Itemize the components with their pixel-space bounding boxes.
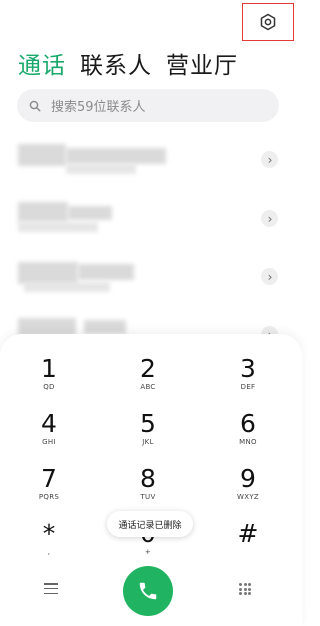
blurred-avatar (18, 202, 68, 222)
key-digit: 7 (41, 464, 57, 493)
chevron-right-icon[interactable]: › (261, 210, 278, 227)
gear-icon (260, 13, 276, 31)
settings-button[interactable] (242, 3, 294, 41)
blurred-name (68, 206, 112, 220)
key-4[interactable]: 4 GHI (14, 410, 84, 447)
key-letters: , (47, 548, 51, 556)
key-letters: ABC (140, 383, 156, 391)
key-7[interactable]: 7 PQRS (14, 465, 84, 502)
toast-message: 通话记录已删除 (107, 511, 193, 537)
search-icon (29, 100, 41, 112)
key-star[interactable]: * , (14, 520, 84, 557)
search-input[interactable]: 搜索59位联系人 (17, 89, 279, 122)
key-letters: QD (43, 383, 55, 391)
key-6[interactable]: 6 MNO (213, 410, 283, 447)
blurred-name (84, 320, 126, 334)
key-letters: GHI (42, 438, 56, 446)
key-digit: 9 (240, 464, 256, 493)
chevron-right-icon[interactable]: › (261, 151, 278, 168)
blurred-detail (24, 282, 110, 292)
key-digit: 1 (41, 354, 57, 383)
key-digit: 4 (41, 409, 57, 438)
key-8[interactable]: 8 TUV (113, 465, 183, 502)
blurred-name (66, 148, 166, 164)
key-digit: 3 (240, 354, 256, 383)
blurred-detail (66, 164, 136, 174)
key-digit: # (237, 519, 259, 548)
key-digit: 8 (140, 464, 156, 493)
chevron-right-icon[interactable]: › (261, 268, 278, 285)
blurred-avatar (18, 144, 66, 166)
key-digit: * (42, 519, 56, 548)
key-5[interactable]: 5 JKL (113, 410, 183, 447)
key-3[interactable]: 3 DEF (213, 355, 283, 392)
key-letters: PQRS (38, 493, 60, 501)
dialpad-icon[interactable] (239, 583, 251, 595)
key-hash[interactable]: # (213, 520, 283, 548)
list-item[interactable]: › (0, 130, 302, 188)
blurred-avatar (18, 262, 78, 284)
key-letters: JKL (142, 438, 154, 446)
tab-calls[interactable]: 通话 (18, 46, 66, 80)
blurred-name (78, 264, 134, 280)
key-letters: + (144, 548, 152, 556)
phone-icon (139, 582, 157, 600)
top-tabs: 通话 联系人 营业厅 (18, 46, 238, 80)
key-digit: 6 (240, 409, 256, 438)
call-button[interactable] (123, 566, 173, 616)
search-placeholder: 搜索59位联系人 (51, 100, 146, 115)
key-letters: WXYZ (237, 493, 259, 501)
list-item[interactable]: › (0, 252, 302, 310)
blurred-detail (18, 222, 98, 232)
key-digit: 2 (140, 354, 156, 383)
key-digit: 5 (140, 409, 156, 438)
key-letters: MNO (239, 438, 257, 446)
key-2[interactable]: 2 ABC (113, 355, 183, 392)
menu-icon[interactable] (44, 583, 58, 594)
key-1[interactable]: 1 QD (14, 355, 84, 392)
key-letters: TUV (140, 493, 156, 501)
tab-contacts[interactable]: 联系人 (80, 46, 152, 80)
key-letters: DEF (240, 383, 256, 391)
list-item[interactable]: › (0, 190, 302, 248)
key-9[interactable]: 9 WXYZ (213, 465, 283, 502)
tab-service-hall[interactable]: 营业厅 (166, 46, 238, 80)
